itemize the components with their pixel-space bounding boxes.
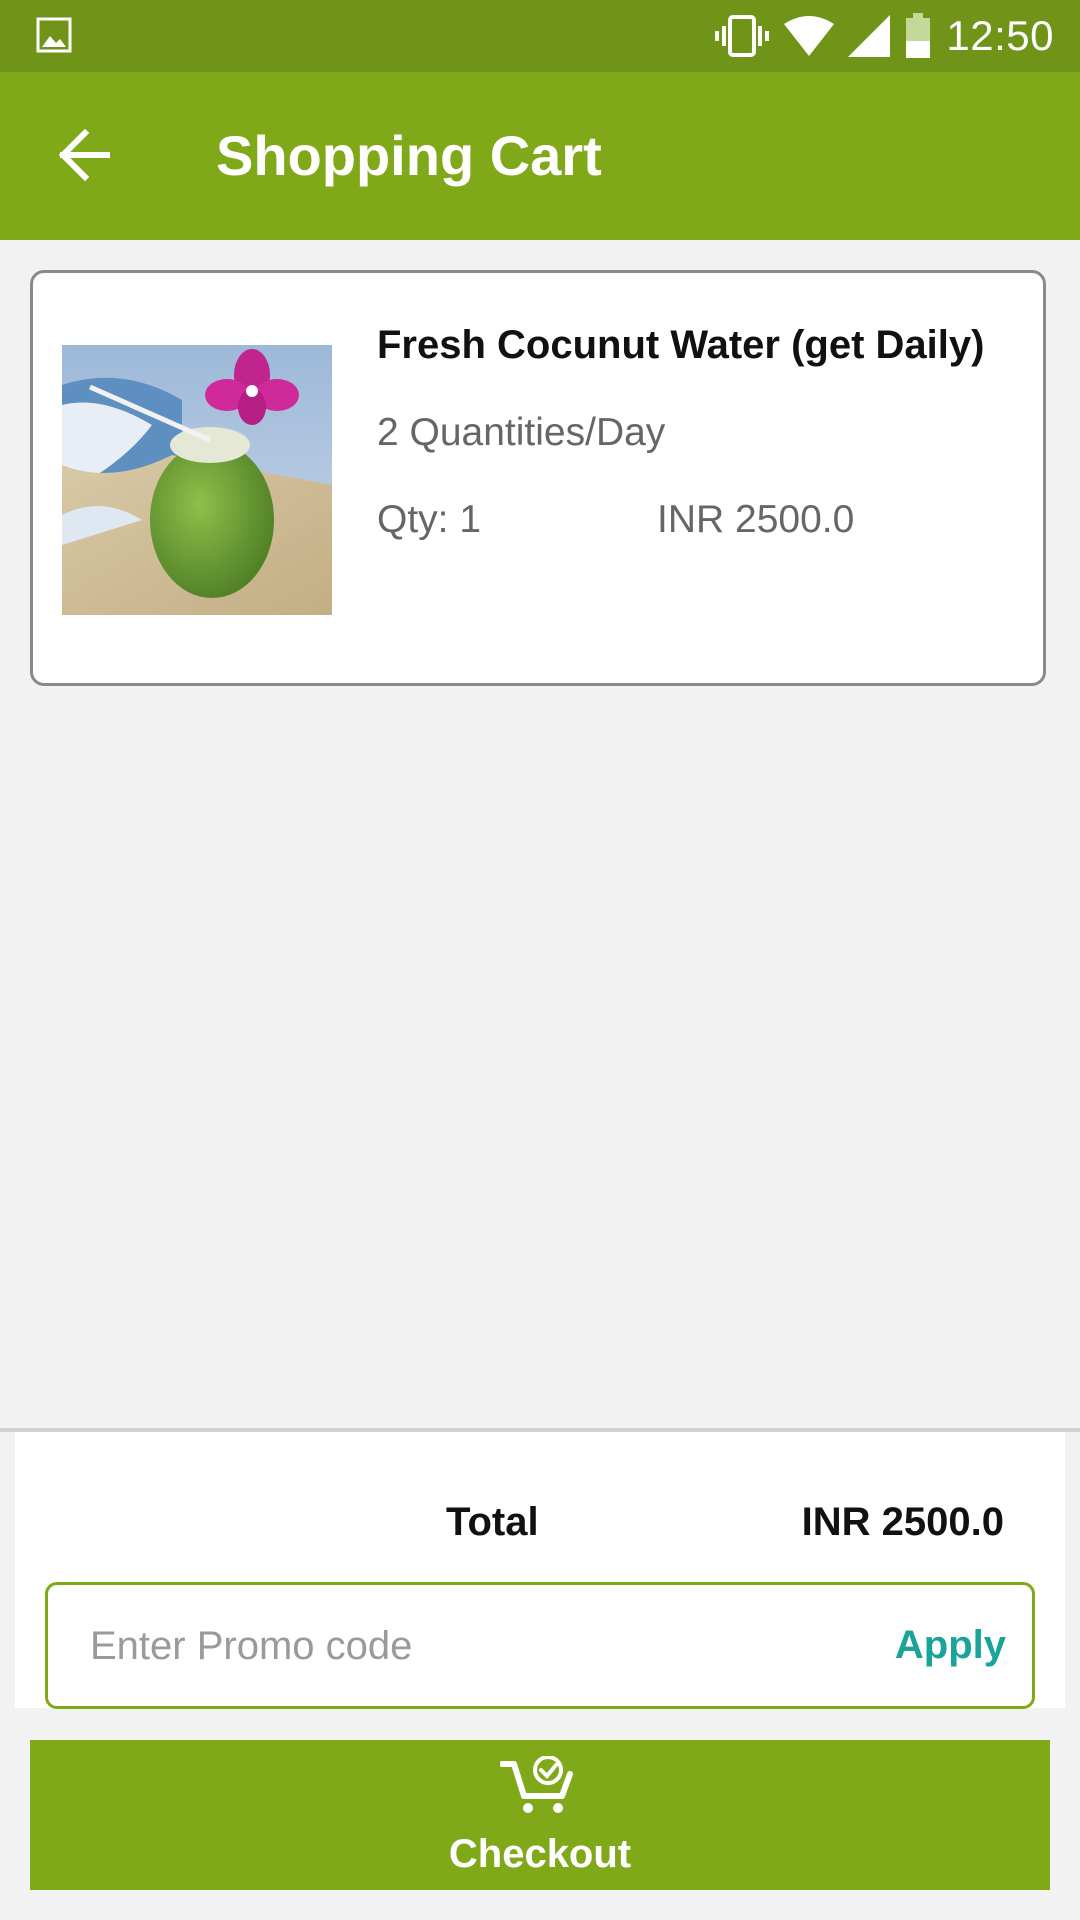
product-quantity: Qty: 1 <box>377 498 482 541</box>
page-title: Shopping Cart <box>216 124 602 187</box>
status-time: 12:50 <box>946 12 1054 59</box>
total-value: INR 2500.0 <box>801 1500 1004 1544</box>
product-name: Fresh Cocunut Water (get Daily) <box>377 323 985 367</box>
promo-code-input[interactable] <box>88 1585 792 1708</box>
total-label: Total <box>446 1500 539 1544</box>
product-subtitle: 2 Quantities/Day <box>377 411 666 454</box>
app-bar: Shopping Cart <box>0 72 1080 240</box>
arrow-back-icon <box>59 129 110 181</box>
signal-icon <box>848 15 891 57</box>
gallery-icon <box>36 17 72 53</box>
status-bar: 12:50 <box>0 0 1080 72</box>
checkout-label: Checkout <box>448 1832 632 1876</box>
vibrate-icon <box>715 15 770 57</box>
checkout-button[interactable]: Checkout <box>30 1740 1050 1890</box>
product-price: INR 2500.0 <box>657 498 855 541</box>
back-button[interactable] <box>50 120 120 190</box>
wifi-icon <box>784 16 835 56</box>
promo-code-box: Apply <box>45 1582 1035 1709</box>
product-image <box>62 345 332 615</box>
apply-button[interactable]: Apply <box>895 1585 1006 1706</box>
cart-item-card[interactable]: Fresh Cocunut Water (get Daily) 2 Quanti… <box>30 270 1046 686</box>
status-icons: 12:50 <box>714 0 1054 72</box>
battery-icon <box>906 13 931 58</box>
cart-check-icon <box>500 1756 573 1813</box>
